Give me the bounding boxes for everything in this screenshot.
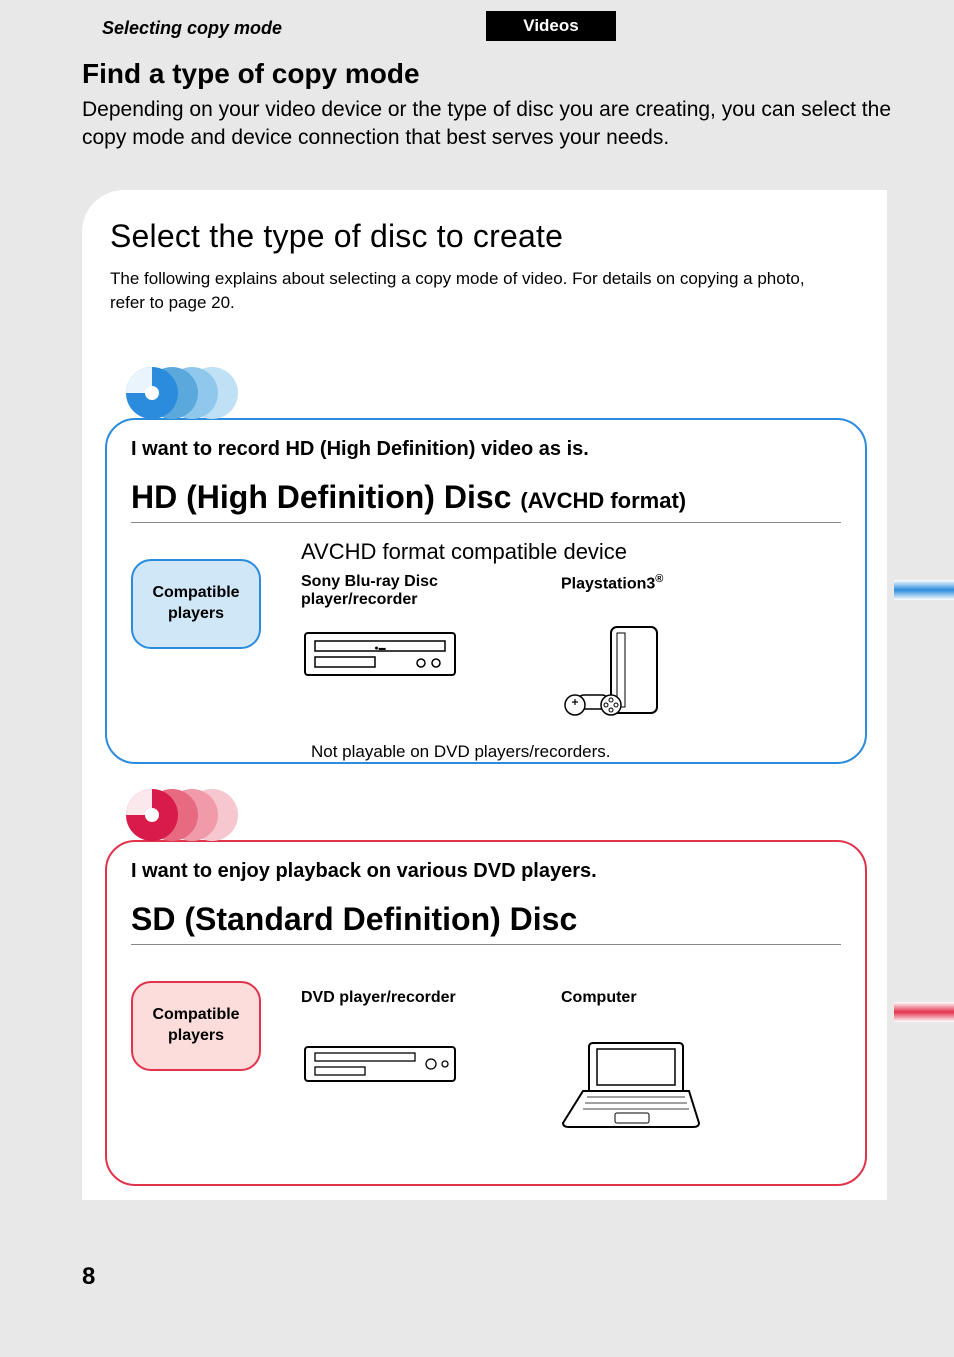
- sd-title-main: SD (Standard Definition) Disc: [131, 901, 577, 937]
- laptop-icon: [561, 1039, 761, 1139]
- disc-stack-icon-blue: [117, 365, 257, 420]
- sd-compatible-badge: Compatible players: [131, 981, 261, 1071]
- hd-title-main: HD (High Definition) Disc: [131, 479, 520, 515]
- hd-devices-heading: AVCHD format compatible device: [301, 539, 841, 565]
- dvd-player-icon: [301, 1039, 501, 1094]
- sd-title: SD (Standard Definition) Disc: [131, 901, 841, 945]
- page-number: 8: [82, 1263, 95, 1291]
- hd-device2-base: Playstation3: [561, 575, 655, 592]
- hd-device1-label: Sony Blu-ray Disc player/recorder: [301, 573, 501, 613]
- panel-title: Select the type of disc to create: [82, 190, 887, 263]
- edge-marker-red: [894, 1002, 954, 1022]
- hd-card: I want to record HD (High Definition) vi…: [105, 418, 867, 764]
- hd-want-line: I want to record HD (High Definition) vi…: [131, 438, 841, 461]
- hd-title-sub: (AVCHD format): [520, 488, 686, 513]
- intro-title: Find a type of copy mode: [82, 58, 894, 90]
- sd-device1-label: DVD player/recorder: [301, 989, 501, 1029]
- edge-marker-blue: [894, 580, 954, 600]
- hd-title: HD (High Definition) Disc (AVCHD format): [131, 479, 841, 523]
- sd-device2-label: Computer: [561, 989, 761, 1029]
- disc-stack-icon-red: [117, 787, 257, 842]
- panel-note: The following explains about selecting a…: [82, 263, 887, 315]
- main-panel: Select the type of disc to create The fo…: [82, 190, 887, 1200]
- registered-icon: ®: [655, 573, 663, 585]
- svg-text:●▬: ●▬: [374, 645, 385, 652]
- breadcrumb: Selecting copy mode: [102, 18, 282, 39]
- tab-videos: Videos: [486, 11, 616, 41]
- ps3-icon: [561, 623, 761, 728]
- hd-device2-label: Playstation3®: [561, 573, 761, 613]
- sd-want-line: I want to enjoy playback on various DVD …: [131, 860, 841, 883]
- hd-footnote: Not playable on DVD players/recorders.: [131, 742, 841, 762]
- hd-compatible-badge: Compatible players: [131, 559, 261, 649]
- sd-card: I want to enjoy playback on various DVD …: [105, 840, 867, 1186]
- bluray-player-icon: ●▬: [301, 623, 501, 688]
- intro-body: Depending on your video device or the ty…: [82, 96, 894, 153]
